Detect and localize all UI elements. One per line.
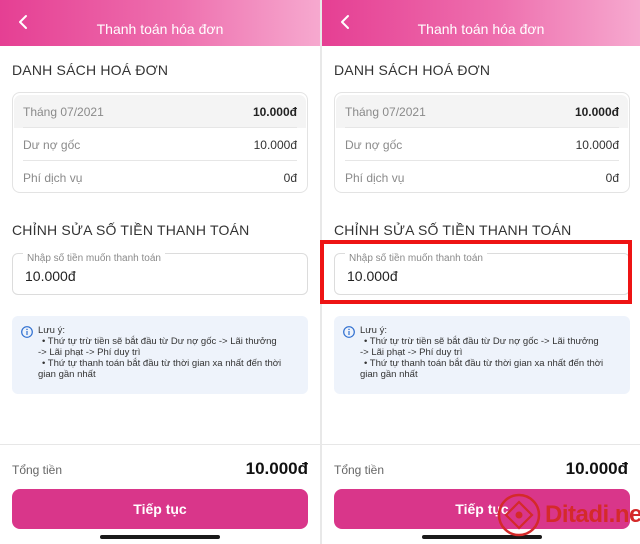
bill-row-value: 10.000đ — [575, 137, 619, 152]
bill-row-label: Dư nợ gốc — [23, 137, 81, 152]
bill-row-value: 0đ — [605, 170, 619, 185]
note-line: • Thứ tự thanh toán bắt đầu từ thời gian… — [42, 358, 282, 369]
screen-right: Thanh toán hóa đơn DANH SÁCH HOÁ ĐƠN Thá… — [320, 0, 640, 544]
amount-input-value: 10.000đ — [25, 268, 76, 284]
bill-row-value: 10.000đ — [253, 137, 297, 152]
watermark-text: Ditadi.net — [545, 501, 640, 528]
screen-left: Thanh toán hóa đơn DANH SÁCH HOÁ ĐƠN Thá… — [0, 0, 320, 544]
note-text: Lưu ý: • Thứ tự trừ tiền sẽ bắt đầu từ D… — [38, 325, 302, 380]
header: Thanh toán hóa đơn — [322, 0, 640, 46]
home-indicator — [100, 535, 220, 539]
note-line: • Thứ tự trừ tiền sẽ bắt đầu từ Dư nợ gố… — [364, 336, 599, 347]
bill-row-value: 10.000đ — [574, 104, 619, 119]
total-value: 10.000đ — [565, 459, 628, 478]
continue-button[interactable]: Tiếp tục — [12, 489, 308, 529]
bill-list-title: DANH SÁCH HOÁ ĐƠN — [334, 62, 491, 78]
header-title: Thanh toán hóa đơn — [96, 21, 224, 37]
bill-row-value: 10.000đ — [252, 104, 297, 119]
bill-card: Tháng 07/2021 10.000đ Dư nợ gốc 10.000đ … — [334, 92, 630, 193]
bill-row-label: Tháng 07/2021 — [23, 104, 104, 119]
note-line: gian gần nhất — [38, 369, 96, 380]
total-value: 10.000đ — [245, 459, 308, 478]
info-icon — [343, 326, 355, 338]
edit-amount-title: CHỈNH SỬA SỐ TIỀN THANH TOÁN — [12, 222, 250, 238]
bill-row-fee: Phí dịch vụ 0đ — [23, 161, 297, 194]
note-line: Lưu ý: — [360, 325, 387, 336]
amount-input-placeholder: Nhập số tiền muốn thanh toán — [345, 253, 487, 264]
amount-input[interactable]: Nhập số tiền muốn thanh toán 10.000đ — [334, 253, 630, 295]
note-box: Lưu ý: • Thứ tự trừ tiền sẽ bắt đầu từ D… — [12, 316, 308, 394]
note-box: Lưu ý: • Thứ tự trừ tiền sẽ bắt đầu từ D… — [334, 316, 630, 394]
bill-row-label: Dư nợ gốc — [345, 137, 403, 152]
amount-input-value: 10.000đ — [347, 268, 398, 284]
note-line: • Thứ tự trừ tiền sẽ bắt đầu từ Dư nợ gố… — [42, 336, 277, 347]
bill-row-month: Tháng 07/2021 10.000đ — [14, 95, 306, 128]
bill-card: Tháng 07/2021 10.000đ Dư nợ gốc 10.000đ … — [12, 92, 308, 193]
bill-row-value: 0đ — [283, 170, 297, 185]
bill-row-principal: Dư nợ gốc 10.000đ — [345, 128, 619, 161]
bill-row-label: Phí dịch vụ — [345, 170, 405, 185]
note-line: gian gần nhất — [360, 369, 418, 380]
ditadi-logo-icon — [497, 493, 541, 537]
footer-divider — [322, 444, 640, 445]
note-line: -> Lãi phạt -> Phí duy trì — [38, 347, 141, 358]
bill-row-principal: Dư nợ gốc 10.000đ — [23, 128, 297, 161]
info-icon — [21, 326, 33, 338]
note-text: Lưu ý: • Thứ tự trừ tiền sẽ bắt đầu từ D… — [360, 325, 624, 380]
note-line: Lưu ý: — [38, 325, 65, 336]
bill-row-label: Tháng 07/2021 — [345, 104, 426, 119]
screens: Thanh toán hóa đơn DANH SÁCH HOÁ ĐƠN Thá… — [0, 0, 640, 544]
header-title: Thanh toán hóa đơn — [417, 21, 545, 37]
bill-list-title: DANH SÁCH HOÁ ĐƠN — [12, 62, 169, 78]
footer-divider — [0, 444, 320, 445]
note-line: • Thứ tự thanh toán bắt đầu từ thời gian… — [364, 358, 604, 369]
amount-input-placeholder: Nhập số tiền muốn thanh toán — [23, 253, 165, 264]
total-label: Tổng tiền — [334, 463, 385, 477]
watermark: Ditadi.net — [497, 490, 640, 540]
header: Thanh toán hóa đơn — [0, 0, 320, 46]
total-label: Tổng tiền — [12, 463, 63, 477]
edit-amount-title: CHỈNH SỬA SỐ TIỀN THANH TOÁN — [334, 222, 572, 238]
amount-input[interactable]: Nhập số tiền muốn thanh toán 10.000đ — [12, 253, 308, 295]
bill-row-label: Phí dịch vụ — [23, 170, 83, 185]
bill-row-fee: Phí dịch vụ 0đ — [345, 161, 619, 194]
bill-row-month: Tháng 07/2021 10.000đ — [336, 95, 628, 128]
note-line: -> Lãi phạt -> Phí duy trì — [360, 347, 463, 358]
